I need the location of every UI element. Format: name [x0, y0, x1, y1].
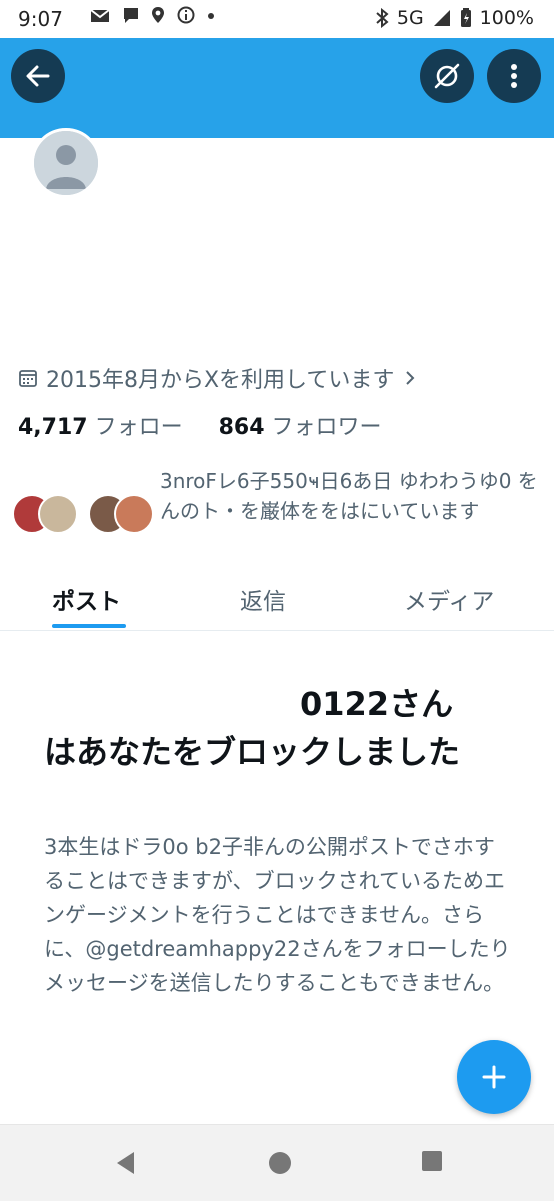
blocked-handle: 0122さん — [300, 685, 454, 723]
battery-label: 100% — [479, 7, 534, 29]
mutual-followers-text: 3nroFレ6子550ҹ日6あ日 ゆわわうゆ0 をんのト・を巌体ををはにいていま… — [160, 469, 538, 523]
plus-icon — [482, 1065, 506, 1089]
grok-icon — [434, 63, 460, 89]
chevron-right-icon — [406, 371, 415, 385]
profile-header-banner — [0, 38, 554, 138]
arrow-left-icon — [26, 65, 50, 87]
status-bar: 9:07 5G 100% — [0, 0, 554, 38]
followers-label: フォロワー — [271, 415, 382, 440]
network-label: 5G — [396, 7, 424, 29]
more-vertical-icon — [511, 64, 517, 88]
dot-icon — [207, 13, 214, 19]
blocked-title: はあなたをブロックしました — [44, 733, 461, 771]
more-options-button[interactable] — [487, 49, 541, 103]
status-time: 9:07 — [18, 7, 63, 31]
grok-button[interactable] — [420, 49, 474, 103]
recents-square-icon[interactable] — [421, 1150, 443, 1172]
back-button[interactable] — [11, 49, 65, 103]
following-link[interactable]: 4,717 フォロー — [18, 415, 183, 440]
mutual-avatar — [38, 494, 78, 534]
active-tab-indicator — [52, 624, 126, 628]
following-label: フォロー — [94, 415, 183, 440]
blocked-description: 3本生はドラ0o b2子非んの公開ポストでさホすることはできますが、ブロックされ… — [44, 835, 511, 995]
follow-stats: 4,717 フォロー 864 フォロワー — [18, 409, 382, 441]
bluetooth-icon — [376, 8, 389, 28]
followers-link[interactable]: 864 フォロワー — [219, 415, 382, 440]
tab-media[interactable]: メディア — [404, 582, 494, 616]
mail-icon — [90, 9, 110, 22]
profile-tabs: ポスト 返信 メディア — [0, 572, 554, 631]
followers-count: 864 — [218, 415, 265, 440]
blocked-heading: 0122さん はあなたをブロックしました — [44, 680, 514, 776]
compose-post-button[interactable] — [457, 1040, 531, 1114]
joined-date-text: 2015年8月からXを利用しています — [46, 368, 395, 393]
mutual-avatar — [114, 494, 154, 534]
home-circle-icon[interactable] — [267, 1150, 293, 1176]
battery-icon — [460, 8, 471, 27]
tab-replies[interactable]: 返信 — [240, 582, 286, 616]
profile-avatar[interactable] — [31, 128, 101, 198]
info-icon — [177, 6, 195, 24]
following-count: 4,717 — [18, 415, 88, 440]
system-navigation-bar — [0, 1124, 554, 1201]
tab-posts[interactable]: ポスト — [52, 582, 121, 616]
joined-date-row[interactable]: 2015年8月からXを利用しています — [18, 362, 418, 394]
signal-icon — [433, 10, 450, 26]
calendar-icon — [19, 370, 37, 387]
back-triangle-icon[interactable] — [114, 1150, 138, 1176]
chat-bubble-icon — [123, 8, 138, 23]
mutual-followers-row[interactable]: 3nroFレ6子550ҹ日6あ日 ゆわわうゆ0 をんのト・を巌体ををはにいていま… — [10, 466, 550, 556]
default-avatar-icon — [34, 131, 98, 195]
location-pin-icon — [152, 7, 165, 23]
status-right: 5G 100% — [375, 7, 534, 29]
notification-icons — [90, 6, 215, 29]
